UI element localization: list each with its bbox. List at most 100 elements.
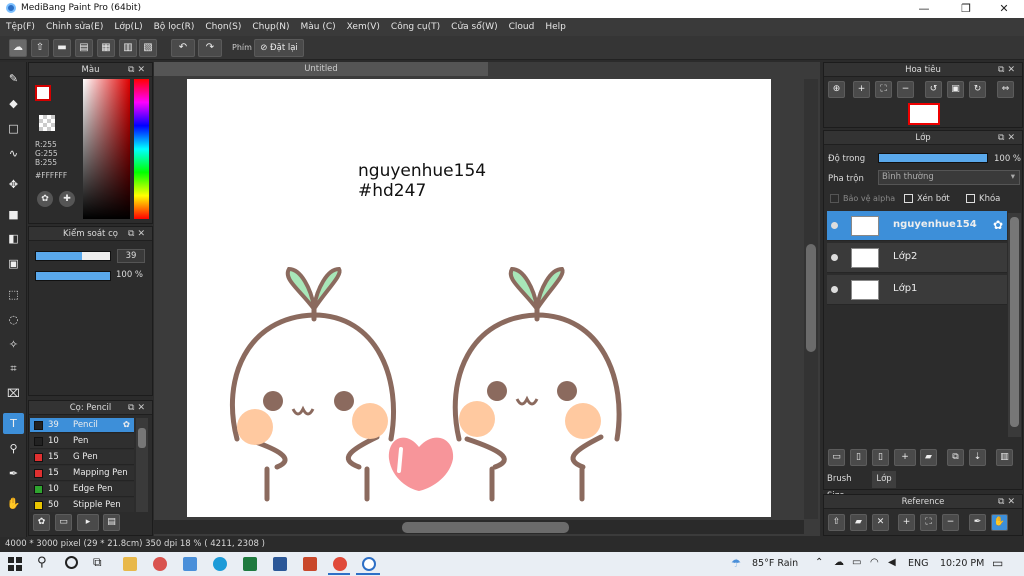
menu-view[interactable]: Xem(V) <box>347 22 380 32</box>
palette-icon[interactable]: ✿ <box>37 191 53 207</box>
share-icon[interactable]: ⇧ <box>31 39 49 57</box>
horizontal-scroll-thumb[interactable] <box>402 522 569 533</box>
brush-size-slider[interactable] <box>35 251 111 261</box>
layer-opacity-slider[interactable] <box>878 153 988 163</box>
alpha-protect-checkbox[interactable] <box>830 194 839 203</box>
brush-tool-icon[interactable]: ✎ <box>3 68 24 89</box>
transparent-color-swatch[interactable] <box>39 115 55 131</box>
hand-tool-icon[interactable]: ✋ <box>3 493 24 514</box>
edge-icon[interactable] <box>213 557 227 571</box>
brush-item[interactable]: 50 Stipple Pen <box>30 498 134 512</box>
brush-size-value[interactable]: 39 <box>117 249 145 263</box>
language-indicator[interactable]: ENG <box>908 558 928 569</box>
canvas[interactable]: nguyenhue154 #hd247 <box>187 79 771 517</box>
document-tab[interactable]: Untitled <box>154 62 488 76</box>
brush-list-scroll-thumb[interactable] <box>138 428 146 448</box>
hue-slider[interactable] <box>134 79 149 219</box>
layer-scroll-thumb[interactable] <box>1010 217 1019 427</box>
panel-controls-icon[interactable]: ⧉✕ <box>998 495 1018 509</box>
dot-tool-icon[interactable]: ∿ <box>3 143 24 164</box>
zoom-out-icon[interactable]: − <box>897 81 914 98</box>
medibang-taskbar-icon[interactable] <box>362 557 376 571</box>
menu-color[interactable]: Màu (C) <box>301 22 336 32</box>
reference-fit-icon[interactable]: ⛶ <box>920 514 937 531</box>
brush-item[interactable]: 10 Pen <box>30 434 134 449</box>
brush-item[interactable]: 39 Pencil ✿ <box>30 418 134 433</box>
panel-controls-icon[interactable]: ⧉✕ <box>998 63 1018 77</box>
panel-controls-icon[interactable]: ⧉✕ <box>128 63 148 77</box>
menu-filter[interactable]: Bộ lọc(R) <box>154 22 195 32</box>
panel-controls-icon[interactable]: ⧉✕ <box>128 227 148 241</box>
brush-settings-icon[interactable]: ✿ <box>33 514 50 531</box>
reference-hand-icon[interactable]: ✋ <box>991 514 1008 531</box>
trash-icon[interactable]: ▥ <box>996 449 1013 466</box>
maximize-button[interactable]: ❐ <box>946 0 986 18</box>
gear-icon[interactable]: ✿ <box>123 418 130 433</box>
windows-start-icon[interactable] <box>8 557 22 571</box>
tray-arrow-icon[interactable]: ⌃ <box>815 557 823 568</box>
layer-scrollbar[interactable] <box>1008 213 1021 437</box>
merge-layer-icon[interactable]: ⇣ <box>969 449 986 466</box>
operation-tool-icon[interactable]: ⚲ <box>3 438 24 459</box>
comment-icon[interactable]: ▬ <box>53 39 71 57</box>
close-button[interactable]: ✕ <box>984 0 1024 18</box>
add-brush-menu-icon[interactable]: ▸ <box>77 514 99 531</box>
weather-text[interactable]: 85°F Rain <box>752 558 798 569</box>
layer-row[interactable]: Lớp1 <box>827 275 1007 305</box>
open-folder-icon[interactable]: ▰ <box>850 514 867 531</box>
rotate-left-icon[interactable]: ↺ <box>925 81 942 98</box>
brush-item[interactable]: 10 Edge Pen <box>30 482 134 497</box>
clip-checkbox[interactable] <box>904 194 913 203</box>
upload-icon[interactable]: ⇧ <box>828 514 845 531</box>
cortana-icon[interactable] <box>65 556 78 569</box>
chrome-icon[interactable] <box>333 557 347 571</box>
flip-icon[interactable]: ⇔ <box>997 81 1014 98</box>
powerpoint-icon[interactable] <box>303 557 317 571</box>
fill-rect-tool-icon[interactable]: ■ <box>3 204 24 225</box>
wifi-icon[interactable]: ◠ <box>870 557 879 568</box>
magic-wand-tool-icon[interactable]: ✧ <box>3 334 24 355</box>
reset-button[interactable]: ⊘ Đặt lại <box>254 39 304 57</box>
gear-icon[interactable]: ✿ <box>993 218 1003 232</box>
brush-opacity-slider[interactable] <box>35 271 111 281</box>
redo-button[interactable]: ↷ <box>198 39 222 57</box>
visibility-icon[interactable] <box>831 254 838 261</box>
monitor-app-icon[interactable] <box>183 557 197 571</box>
new-layer-icon[interactable]: ▭ <box>828 449 845 466</box>
select-eraser-tool-icon[interactable]: ⌧ <box>3 383 24 404</box>
zoom-actual-icon[interactable]: ⊕ <box>828 81 845 98</box>
menu-edit[interactable]: Chỉnh sửa(E) <box>46 22 103 32</box>
tab-layer[interactable]: Lớp <box>872 471 896 488</box>
navigator-preview[interactable] <box>908 103 940 125</box>
rotate-right-icon[interactable]: ↻ <box>969 81 986 98</box>
rectangle-tool-icon[interactable]: □ <box>3 118 24 139</box>
minimize-button[interactable]: — <box>904 0 944 18</box>
undo-button[interactable]: ↶ <box>171 39 195 57</box>
file-explorer-icon[interactable] <box>123 557 137 571</box>
material-icon[interactable]: ▦ <box>97 39 115 57</box>
close-reference-icon[interactable]: ✕ <box>872 514 889 531</box>
word-icon[interactable] <box>273 557 287 571</box>
visibility-icon[interactable] <box>831 222 838 229</box>
eyedropper-tool-icon[interactable]: ✒ <box>3 463 24 484</box>
layer-row[interactable]: Lớp2 <box>827 243 1007 273</box>
layer-row[interactable]: nguyenhue154 ✿ <box>827 211 1007 241</box>
folder-icon[interactable]: ▰ <box>920 449 937 466</box>
pages-icon[interactable]: ▧ <box>139 39 157 57</box>
menu-window[interactable]: Cửa sổ(W) <box>451 22 497 32</box>
vertical-scrollbar[interactable] <box>804 79 818 519</box>
move-tool-icon[interactable]: ✥ <box>3 174 24 195</box>
onedrive-icon[interactable]: ☁ <box>834 557 844 568</box>
bucket-tool-icon[interactable]: ◧ <box>3 228 24 249</box>
zoom-in-icon[interactable]: + <box>853 81 870 98</box>
excel-icon[interactable] <box>243 557 257 571</box>
grid-icon[interactable]: ▥ <box>119 39 137 57</box>
menu-help[interactable]: Help <box>545 22 566 32</box>
brush-list-scrollbar[interactable] <box>136 418 148 512</box>
task-view-icon[interactable]: ⧉ <box>93 555 102 570</box>
menu-snap[interactable]: Chụp(N) <box>252 22 289 32</box>
panel-icon[interactable]: ▤ <box>75 39 93 57</box>
brush-item[interactable]: 15 G Pen <box>30 450 134 465</box>
delete-brush-icon[interactable]: ▤ <box>103 514 120 531</box>
tab-brush-size[interactable]: Brush Size <box>825 471 871 501</box>
